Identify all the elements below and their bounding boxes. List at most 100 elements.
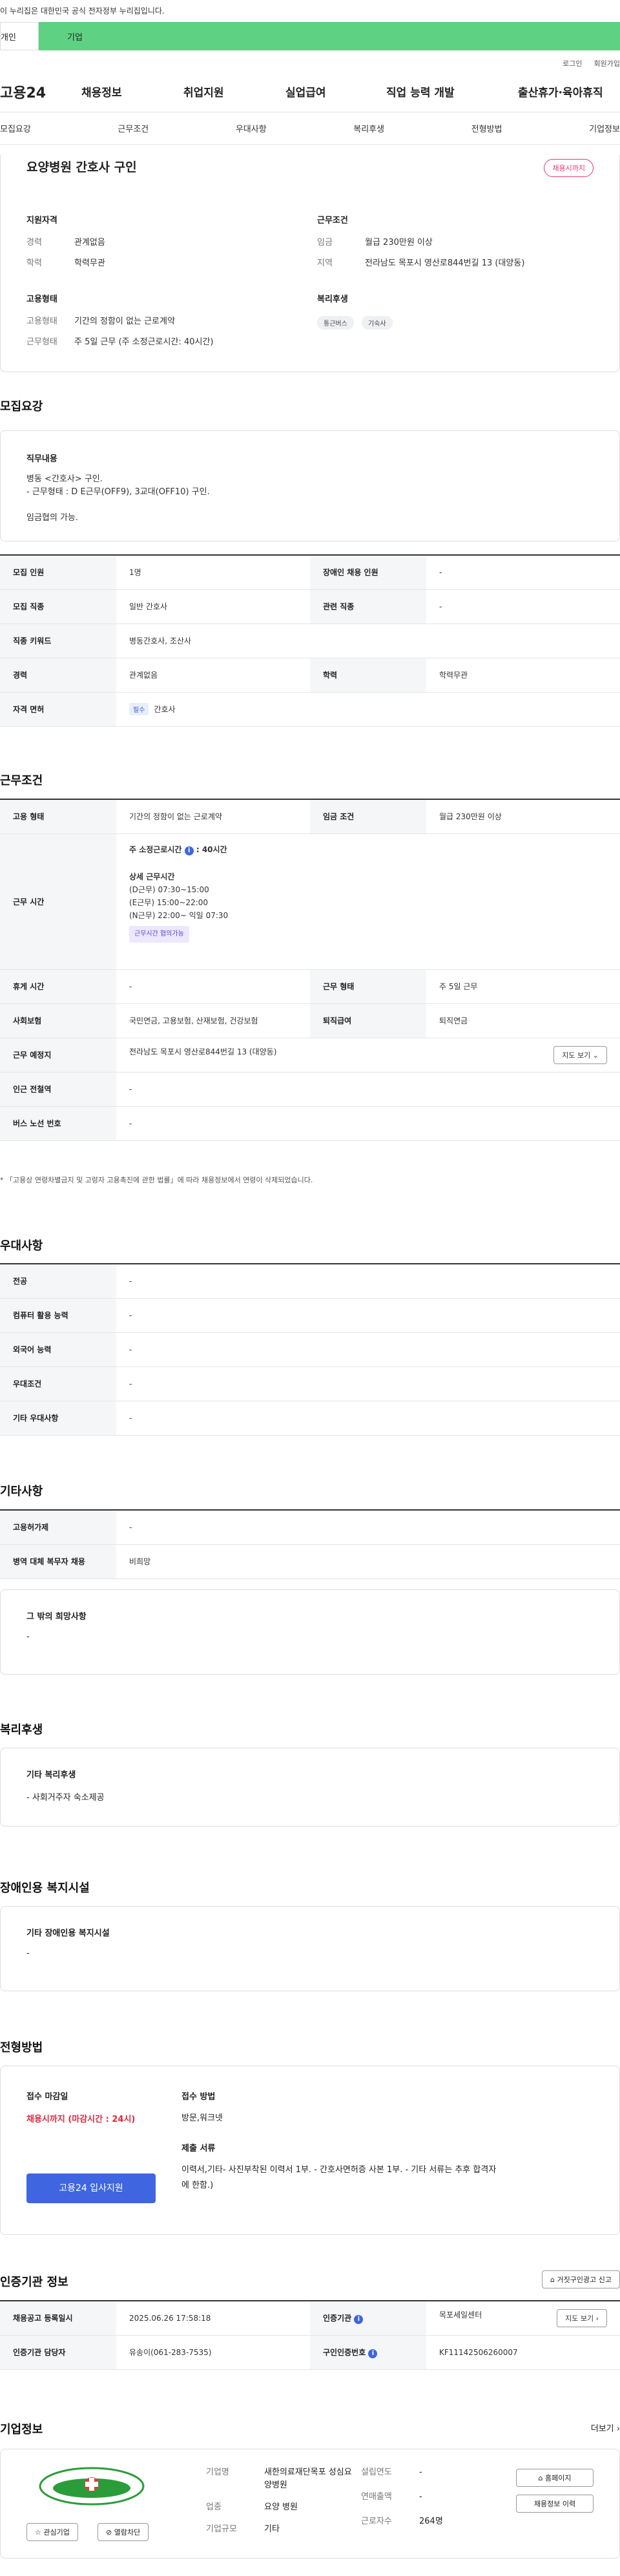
- nav-job-skills[interactable]: 직업 능력 개발: [386, 83, 455, 99]
- company-fields-col1: 기업명 새한의료재단목포 성심요양병원 업종 요양 병원 기업규모 기타: [206, 2466, 361, 2536]
- report-button[interactable]: ⌂ 거짓구인광고 신고: [542, 2270, 620, 2288]
- block-label: 열람차단: [114, 2528, 141, 2537]
- home-icon: ⌂: [538, 2474, 543, 2482]
- nav-employment-support[interactable]: 취업지원: [183, 83, 224, 99]
- benefit-box-value: - 사회거주자 숙소제공: [26, 1793, 105, 1803]
- row-label: 휴게 시간: [0, 969, 116, 1004]
- row-label: 컴퓨터 활용 능력: [0, 1298, 116, 1333]
- row-label: 자격 면허: [0, 692, 116, 727]
- kv-value: 관계없음: [74, 238, 105, 247]
- field-key: 근로자수: [361, 2517, 392, 2526]
- company-more-link[interactable]: 더보기 ›: [591, 2422, 620, 2434]
- tab-company[interactable]: 기업정보: [589, 122, 620, 134]
- etc-table: 고용허가제 - 병역 대체 복무자 채용 비희망: [0, 1509, 620, 1579]
- cond-wage: 임금 월급 230만원 이상: [317, 237, 601, 249]
- welfare-title: 복리후생: [317, 295, 348, 304]
- hiring-history-button[interactable]: 채용정보 이력: [516, 2495, 594, 2513]
- docs-line: 이력서,기타- 사진부착된 이력서 1부. - 간호사면허증 사본 1부. - …: [181, 2165, 497, 2175]
- weekly-hours: 주 소정근로시간 i : 40시간: [129, 843, 607, 856]
- row-label: 인증기관 담당자: [0, 2335, 116, 2370]
- tab-conditions[interactable]: 근무조건: [118, 122, 149, 134]
- agency-map-button[interactable]: 지도 보기 ›: [557, 2309, 607, 2327]
- duty-box: 직무내용 병동 <간호사> 구인. - 근무형태 : D E근무(OFF9), …: [0, 430, 620, 541]
- row-value: -: [426, 555, 620, 590]
- row-label: 학력: [310, 658, 426, 693]
- favorite-company-button[interactable]: ☆ 관심기업: [26, 2523, 78, 2541]
- row-value: -: [116, 1264, 620, 1299]
- table-row: 자격 면허 필수 간호사: [0, 692, 620, 727]
- apply-button[interactable]: 고용24 입사지원: [26, 2173, 156, 2203]
- required-chip: 필수: [129, 703, 149, 715]
- row-value: 퇴직연금: [426, 1003, 620, 1038]
- table-row: 컴퓨터 활용 능력 -: [0, 1298, 620, 1333]
- company-field: 기업명 새한의료재단목포 성심요양병원: [206, 2466, 361, 2492]
- map-button[interactable]: 지도 보기 ⌄: [553, 1045, 607, 1064]
- pref-table: 전공 - 컴퓨터 활용 능력 - 외국어 능력 - 우대조건 - 기타 우대사항 -: [0, 1263, 620, 1436]
- table-row: 인증기관 담당자 유송이(061-283-7535) 구인인증번호 i KF11…: [0, 2335, 620, 2370]
- etc-section-title: 기타사항: [0, 1485, 43, 1498]
- info-icon[interactable]: i: [184, 846, 194, 855]
- homepage-button[interactable]: ⌂ 홈페이지: [516, 2469, 594, 2487]
- emp-shift: 근무형태 주 5일 근무 (주 소정근로시간: 40시간): [26, 337, 298, 348]
- kv-value: 학력무관: [74, 258, 105, 268]
- login-link[interactable]: 로그인: [563, 58, 582, 71]
- screening-card: 접수 마감일 채용시까지 (마감시간 : 24시) 고용24 입사지원 접수 방…: [0, 2066, 620, 2235]
- nav-parental-leave[interactable]: 출산휴가·육아휴직: [518, 83, 603, 99]
- benefit-box-title: 기타 복리후생: [26, 1770, 76, 1780]
- kv-value: 기간의 정함이 없는 근로계약: [74, 317, 175, 326]
- agency-map-button-label: 지도 보기: [565, 2314, 594, 2323]
- weekly-hours-label: 주 소정근로시간: [129, 844, 182, 854]
- tab-screening[interactable]: 전형방법: [471, 122, 502, 134]
- table-row: 채용공고 등록일시 2025.06.26 17:58:18 인증기관 i 목포세…: [0, 2301, 620, 2336]
- company-logo: [37, 2465, 147, 2508]
- etc-box: 그 밖의 희망사항 -: [0, 1589, 620, 1675]
- tab-benefits[interactable]: 복리후생: [353, 122, 384, 134]
- condition-title: 근무조건: [317, 216, 348, 225]
- row-value: 비희망: [116, 1544, 620, 1579]
- qual-education: 학력 학력무관: [26, 258, 298, 269]
- nav-jobs[interactable]: 채용정보: [81, 83, 122, 99]
- row-value: 1명: [116, 555, 310, 590]
- row-value: 유송이(061-283-7535): [116, 2335, 310, 2370]
- row-value: 국민연금, 고용보험, 산재보험, 건강보험: [116, 1003, 310, 1038]
- field-value: 264명: [419, 2517, 443, 2526]
- job-summary-card: 요양병원 간호사 구인 채용시까지 지원자격 경력 관계없음 학력 학력무관 근무조…: [0, 155, 620, 372]
- row-value: -: [116, 1106, 620, 1141]
- block-view-button[interactable]: ⊘ 열람차단: [98, 2523, 149, 2541]
- kv-key: 임금: [317, 238, 333, 247]
- benefit-section-title: 복리후생: [0, 1723, 43, 1737]
- field-value: -: [419, 2467, 422, 2477]
- row-label: 기타 우대사항: [0, 1401, 116, 1436]
- shift-line: (E근무) 15:00~22:00: [129, 897, 209, 907]
- status-badge: 채용시까지: [544, 159, 594, 177]
- row-label: 전공: [0, 1264, 116, 1299]
- company-field: 기업규모 기타: [206, 2523, 361, 2536]
- hospital-logo-icon: [39, 2467, 145, 2506]
- star-icon: ☆: [35, 2528, 41, 2537]
- signup-link[interactable]: 회원가입: [594, 58, 620, 71]
- row-value: -: [116, 1298, 620, 1333]
- row-label: 퇴직급여: [310, 1003, 426, 1038]
- row-value: 학력무관: [426, 658, 620, 693]
- table-row: 경력 관계없음 학력 학력무관: [0, 658, 620, 693]
- company-field: 연매출액 -: [361, 2491, 490, 2504]
- row-label: 고용 형태: [0, 799, 116, 834]
- tab-preferences[interactable]: 우대사항: [236, 122, 267, 134]
- tab-company[interactable]: 기업: [39, 22, 620, 50]
- cond-region: 지역 전라남도 목포시 영산로844번길 13 (대양동): [317, 258, 601, 269]
- row-label: 직종 키워드: [0, 623, 116, 658]
- table-row: 모집 직종 일반 간호사 관련 직종 -: [0, 589, 620, 624]
- duty-content: 병동 <간호사> 구인. - 근무형태 : D E근무(OFF9), 3교대(O…: [26, 473, 594, 525]
- job-title: 요양병원 간호사 구인: [26, 160, 137, 174]
- tab-recruit[interactable]: 모집요강: [0, 122, 31, 134]
- duty-line: - 근무형태 : D E근무(OFF9), 3교대(OFF10) 구인.: [26, 487, 210, 497]
- nav-unemployment-benefit[interactable]: 실업급여: [285, 83, 326, 99]
- negotiable-tag: 근무시간 협의가능: [129, 925, 189, 943]
- info-icon[interactable]: i: [368, 2349, 378, 2358]
- info-icon[interactable]: i: [354, 2314, 364, 2324]
- row-value: 필수 간호사: [116, 692, 620, 727]
- site-logo[interactable]: 고용24: [0, 81, 78, 102]
- qualification-group: 지원자격 경력 관계없음 학력 학력무관: [26, 213, 298, 278]
- tab-personal[interactable]: 개인: [0, 22, 39, 50]
- cert-section-title: 인증기관 정보: [0, 2276, 68, 2289]
